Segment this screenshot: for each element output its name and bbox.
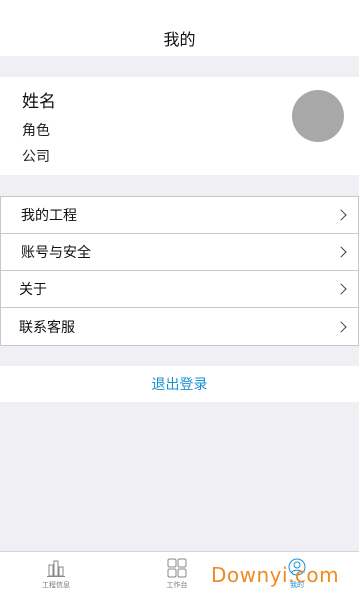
profile-card[interactable]: 姓名 角色 公司: [0, 77, 359, 175]
tab-label: 工程信息: [42, 581, 70, 589]
top-bar: 我的: [0, 0, 359, 56]
menu-item-label: 我的工程: [21, 208, 77, 224]
settings-menu: 我的工程 账号与安全 关于 联系客服: [0, 196, 359, 346]
watermark-logo: Downyi.com: [211, 563, 340, 587]
profile-role: 角色: [22, 123, 50, 139]
page-title: 我的: [163, 30, 196, 49]
building-chart-icon: [47, 560, 65, 577]
tab-workbench[interactable]: 工作台: [147, 558, 207, 590]
grid-icon: [167, 558, 187, 578]
tab-project-info[interactable]: 工程信息: [26, 558, 86, 590]
menu-item-my-projects[interactable]: 我的工程: [1, 197, 358, 234]
menu-item-label: 账号与安全: [21, 245, 91, 261]
chevron-right-icon: [335, 320, 347, 333]
menu-item-about[interactable]: 关于: [1, 271, 358, 308]
menu-item-account-security[interactable]: 账号与安全: [1, 234, 358, 271]
chevron-right-icon: [335, 246, 347, 258]
menu-item-label: 联系客服: [19, 319, 75, 336]
menu-item-contact-support[interactable]: 联系客服: [1, 308, 358, 345]
chevron-right-icon: [335, 283, 347, 295]
profile-company: 公司: [22, 149, 50, 165]
chevron-right-icon: [335, 209, 347, 221]
profile-name: 姓名: [22, 92, 56, 112]
menu-item-label: 关于: [19, 282, 47, 298]
avatar[interactable]: [292, 90, 344, 142]
logout-button[interactable]: 退出登录: [0, 366, 359, 402]
tab-label: 工作台: [166, 581, 188, 589]
